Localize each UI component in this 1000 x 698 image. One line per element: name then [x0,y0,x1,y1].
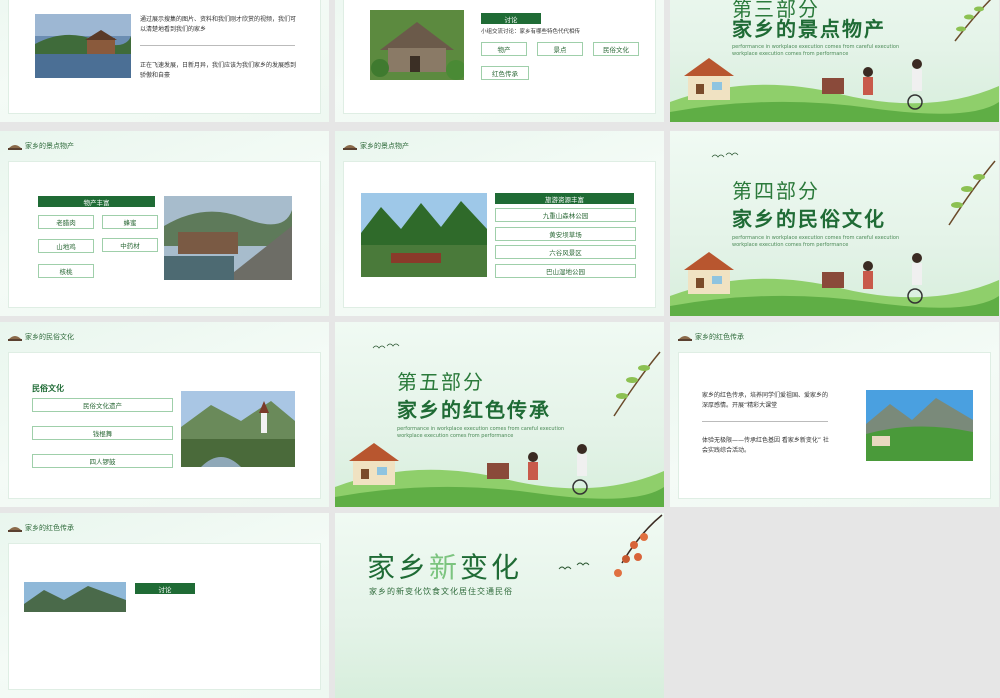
persimmon-branch-icon [614,514,663,577]
mountain-meadow-photo [866,390,973,461]
section-title: 家乡的景点物产 [732,17,886,41]
folk-item-1[interactable]: 民俗文化遗产 [32,398,173,412]
section-title: 家乡的民俗文化 [732,207,886,231]
slide-thumbnail-8[interactable]: 第五部分 家乡的红色传承 performance in workplace ex… [335,322,664,507]
folk-culture-title: 民俗文化 [32,384,64,393]
product-item-4[interactable]: 中药材 [102,238,158,252]
slide-thumbnail-10[interactable]: 家乡的红色传承 讨论 [0,513,329,698]
tag-products[interactable]: 物产 [481,42,527,56]
old-town-photo [164,196,292,280]
product-item-5[interactable]: 核桃 [38,264,94,278]
scenic-item-1[interactable]: 九重山森林公园 [495,208,636,222]
slide-thumbnail-6[interactable]: 第四部分 家乡的民俗文化 performance in workplace ex… [670,131,999,316]
hat-icon [8,336,22,341]
tourism-rich-label: 旅游资源丰富 [495,193,634,204]
branch-icon [948,160,996,226]
countryside-illustration [670,58,999,122]
slide-thumbnail-11[interactable]: 家乡新变化 家乡的新变化饮食文化居住交通民俗 [335,513,664,698]
discuss-badge: 讨论 [135,583,195,594]
birds-icon [711,152,739,158]
hat-icon [343,145,357,150]
mountain-lake-photo [24,582,126,612]
birds-icon [372,343,400,349]
slide-thumbnail-9[interactable]: 家乡的红色传承 家乡的红色传承，培养同学们爱祖国、爱家乡的深厚感情。开展“精彩大… [670,322,999,507]
discuss-badge: 讨论 [481,13,541,24]
hat-icon [678,336,692,341]
header-label: 家乡的景点物产 [25,142,74,150]
divider [702,421,828,422]
product-item-2[interactable]: 蜂蜜 [102,215,158,229]
countryside-illustration [670,252,999,316]
slide-thumbnail-7[interactable]: 家乡的民俗文化 民俗文化 民俗文化遗产 钱棍舞 四人锣鼓 [0,322,329,507]
tag-folk-culture[interactable]: 民俗文化 [593,42,639,56]
slide-thumbnail-4[interactable]: 家乡的景点物产 物产丰富 老腊肉 蜂蜜 山地鸡 中药材 核桃 [0,131,329,316]
hat-icon [8,527,22,532]
header-label: 家乡的民俗文化 [25,333,74,341]
slide-thumbnail-2[interactable]: 讨论 小组交流讨论：家乡有哪些特色代代相传 物产 景点 民俗文化 红色传承 [335,0,664,122]
scenic-item-3[interactable]: 六谷风景区 [495,245,636,259]
closing-title: 家乡新变化 [367,546,522,586]
slide-thumbnail-3[interactable]: 第三部分 家乡的景点物产 performance in workplace ex… [670,0,999,122]
closing-subtitle: 家乡的新变化饮食文化居住交通民俗 [369,587,513,596]
slide-header: 家乡的景点物产 [8,139,74,153]
paragraph-2: 正在飞速发展，日新月异，我们应该为我们家乡的发展感到骄傲和自豪 [140,62,297,79]
lake-house-photo [35,14,131,78]
section-number: 第五部分 [397,370,485,394]
section-number: 第四部分 [732,179,820,203]
scenic-item-4[interactable]: 巴山湿地公园 [495,264,636,278]
header-label: 家乡的景点物产 [360,142,409,150]
paragraph-2: 体验无极限——传承红色基因 看家乡新变化” 社会实践综合活动。 [702,437,829,454]
product-item-1[interactable]: 老腊肉 [38,215,94,229]
header-label: 家乡的红色传承 [25,524,74,532]
countryside-illustration [335,443,664,507]
title-part-2: 变化 [460,551,523,584]
discussion-prompt: 小组交流讨论：家乡有哪些特色代代相传 [481,29,581,35]
divider [140,45,295,46]
products-rich-label: 物产丰富 [38,196,155,207]
paragraph-1: 通过展示搜集的图片、资料和我们刚才欣赏的视频，我们可以清楚地看到我们的家乡 [140,16,297,33]
tag-red-heritage[interactable]: 红色传承 [481,66,529,80]
section-title: 家乡的红色传承 [397,398,551,422]
cabin-photo [370,10,464,80]
slide-header: 家乡的红色传承 [678,330,744,344]
slide-header: 家乡的民俗文化 [8,330,74,344]
title-part-1: 家乡 [367,551,430,584]
branch-icon [613,351,661,417]
scenic-item-2[interactable]: 黄安坝草场 [495,227,636,241]
folk-item-2[interactable]: 钱棍舞 [32,426,173,440]
birds-icon [558,562,590,570]
tag-scenery[interactable]: 景点 [537,42,583,56]
product-item-3[interactable]: 山地鸡 [38,239,94,253]
content-card [8,543,321,690]
slide-header: 家乡的景点物产 [343,139,409,153]
title-part-highlight: 新 [429,551,461,584]
slide-thumbnail-1[interactable]: 通过展示搜集的图片、资料和我们刚才欣赏的视频，我们可以清楚地看到我们的家乡 正在… [0,0,329,122]
slide-thumbnail-5[interactable]: 家乡的景点物产 旅游资源丰富 九重山森林公园 黄安坝草场 六谷风景区 巴山湿地公… [335,131,664,316]
alpine-village-photo [181,391,295,467]
header-label: 家乡的红色传承 [695,333,744,341]
folk-item-3[interactable]: 四人锣鼓 [32,454,173,468]
forest-park-photo [361,193,487,277]
hat-icon [8,145,22,150]
paragraph-1: 家乡的红色传承，培养同学们爱祖国、爱家乡的深厚感情。开展“精彩大课堂 [702,392,829,409]
branch-icon [954,0,992,42]
slide-header: 家乡的红色传承 [8,521,74,535]
